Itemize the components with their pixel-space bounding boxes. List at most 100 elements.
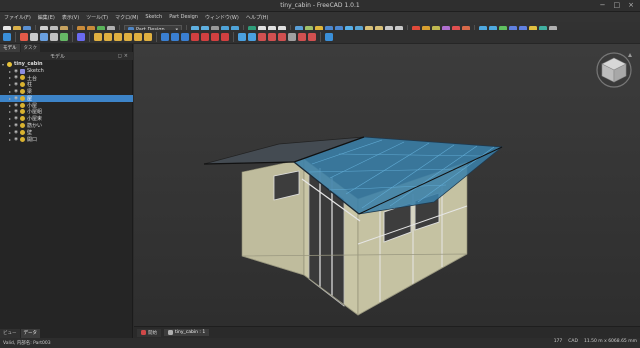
tab-model[interactable]: モデル — [0, 44, 20, 52]
part-icon — [20, 129, 25, 135]
mirrored-icon[interactable] — [238, 32, 246, 41]
menu-macro[interactable]: マクロ(M) — [115, 14, 138, 21]
subtractive-box-icon[interactable] — [221, 32, 229, 41]
minimize-icon[interactable]: − — [600, 1, 606, 9]
tab-tiny-cabin[interactable]: tiny_cabin : 1 — [164, 329, 210, 336]
tab-start[interactable]: 開始 — [137, 328, 161, 337]
status-message: Valid, 内部名: Part003 — [3, 341, 51, 346]
part-icon — [20, 109, 25, 115]
additive-loft-icon[interactable] — [114, 32, 122, 41]
part-icon — [20, 136, 25, 142]
panel-buttons: ◻× — [118, 53, 130, 59]
tree-item[interactable]: ▸ ◉ 小屋 — [0, 102, 133, 109]
status-right: 177 CAD 11.50 m x 6068.65 mm — [554, 339, 637, 344]
menu-help[interactable]: ヘルプ(H) — [246, 14, 269, 21]
3d-viewport[interactable] — [134, 44, 640, 326]
draft-icon[interactable] — [298, 32, 306, 41]
tree-header: モデル ◻× — [0, 52, 133, 60]
tree-item[interactable]: ▸ ◉ 開口 — [0, 136, 133, 143]
menu-tools[interactable]: ツール(T) — [86, 14, 108, 21]
sketch-ops-icon[interactable] — [50, 32, 58, 41]
tree-item[interactable]: ▸ ◉ 小屋組 — [0, 109, 133, 115]
menu-part-design[interactable]: Part Design — [169, 14, 198, 20]
part-icon — [20, 123, 25, 129]
panel-tabs: モデル タスク — [0, 44, 40, 52]
additive-pad-icon[interactable] — [94, 32, 102, 41]
tab-start-label: 開始 — [148, 330, 157, 336]
additive-pipe-icon[interactable] — [124, 32, 132, 41]
freecad-window: tiny_cabin - FreeCAD 1.0.1 − □ × ファイル(F)… — [0, 0, 640, 348]
tree-item[interactable]: ▸ ◉ 柱 — [0, 81, 133, 88]
chamfer-feature-icon[interactable] — [288, 32, 296, 41]
part-icon — [20, 102, 25, 108]
subtractive-loft-icon[interactable] — [191, 32, 199, 41]
create-sketch-icon[interactable] — [20, 32, 28, 41]
menu-window[interactable]: ウィンドウ(W) — [205, 14, 239, 21]
tree-item[interactable]: ▸ ◉ 壁 — [0, 129, 133, 136]
part-icon — [20, 82, 25, 88]
part-icon — [20, 95, 25, 101]
tree-item[interactable]: ▸ ◉ 屋 — [0, 94, 133, 102]
maximize-icon[interactable]: □ — [614, 1, 621, 9]
multi-transform-icon[interactable] — [268, 32, 276, 41]
tree-item[interactable]: ▸ ◉ 土台 — [0, 75, 133, 82]
tree-item[interactable]: ▸ ◉ 筋かい — [0, 122, 133, 129]
dimension-readout: 11.50 m x 6068.65 mm — [583, 339, 637, 344]
validate-sketch-icon[interactable] — [30, 32, 38, 41]
boolean-feature-icon[interactable] — [325, 32, 333, 41]
body-icon — [7, 61, 12, 67]
window-title: tiny_cabin - FreeCAD 1.0.1 — [280, 2, 360, 9]
tree-item-label: 開口 — [27, 136, 38, 143]
close-icon[interactable]: × — [628, 1, 634, 9]
tree-root-item[interactable]: ▾ tiny_cabin — [0, 61, 133, 68]
additive-revolve-icon[interactable] — [104, 32, 112, 41]
window-controls: − □ × — [600, 1, 634, 9]
additive-helix-icon[interactable] — [134, 32, 142, 41]
sketch-icon — [20, 68, 25, 74]
navigation-cube[interactable] — [594, 48, 634, 90]
subtractive-pocket-icon[interactable] — [161, 32, 169, 41]
tab-tasks[interactable]: タスク — [20, 44, 40, 52]
linear-pattern-icon[interactable] — [248, 32, 256, 41]
menu-file[interactable]: ファイル(F) — [4, 14, 31, 21]
status-value-1[interactable]: 177 — [554, 339, 563, 344]
datum-icon[interactable] — [77, 32, 85, 41]
tree-item-label: tiny_cabin — [14, 61, 43, 68]
tab-data[interactable]: データ — [20, 329, 40, 338]
model-tree: ▾ tiny_cabin ▸ ◉ Sketch ▸ ◉ 土台 ▸ ◉ 柱 ▸ ◉ 梁 ▸ ◉ 屋 ▸ ◉ 小屋 ▸ ◉ 小屋… — [0, 61, 133, 143]
polar-pattern-icon[interactable] — [258, 32, 266, 41]
property-tabs: ビュー データ — [0, 329, 40, 338]
menu-edit[interactable]: 編集(E) — [38, 14, 55, 21]
map-sketch-icon[interactable] — [40, 32, 48, 41]
tab-tiny-cabin-label: tiny_cabin : 1 — [175, 330, 206, 335]
navigation-style[interactable]: CAD — [568, 339, 578, 344]
menu-sketch[interactable]: Sketch — [145, 14, 162, 20]
start-icon — [141, 330, 146, 335]
additive-box-icon[interactable] — [144, 32, 152, 41]
document-tabs: 開始 tiny_cabin : 1 — [134, 326, 640, 338]
shapebinder-icon[interactable] — [60, 32, 68, 41]
hole-icon[interactable] — [171, 32, 179, 41]
tab-view[interactable]: ビュー — [0, 329, 20, 338]
menu-view[interactable]: 表示(V) — [62, 14, 79, 21]
create-body-icon[interactable] — [3, 32, 11, 41]
groove-feature-icon[interactable] — [181, 32, 189, 41]
feature-toolbar — [0, 30, 640, 44]
fillet-feature-icon[interactable] — [278, 32, 286, 41]
cabin-model — [203, 136, 504, 316]
subtractive-helix-icon[interactable] — [211, 32, 219, 41]
part-icon — [20, 89, 25, 95]
part-icon — [20, 75, 25, 81]
tree-item-label: Sketch — [27, 68, 44, 75]
tree-header-label: モデル — [50, 53, 66, 60]
thickness-icon[interactable] — [308, 32, 316, 41]
tree-item[interactable]: ▸ ◉ 小屋束 — [0, 115, 133, 122]
subtractive-pipe-icon[interactable] — [201, 32, 209, 41]
menu-bar: ファイル(F) 編集(E) 表示(V) ツール(T) マクロ(M) Sketch… — [0, 12, 640, 22]
close-icon[interactable]: × — [124, 53, 130, 59]
combo-view-panel: モデル タスク モデル ◻× ▾ tiny_cabin ▸ ◉ Sketch ▸ ◉ 土台 ▸ ◉… — [0, 44, 133, 338]
status-bar: Valid, 内部名: Part003 177 CAD 11.50 m x 60… — [0, 338, 640, 348]
part-icon — [20, 116, 25, 122]
tree-item[interactable]: ▸ ◉ 梁 — [0, 88, 133, 95]
tree-item[interactable]: ▸ ◉ Sketch — [0, 68, 133, 75]
